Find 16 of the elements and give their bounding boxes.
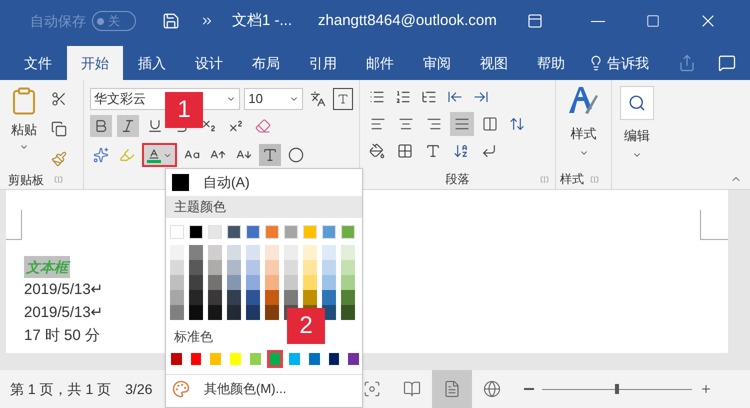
document-title: 文档1 -... xyxy=(232,10,292,31)
step-number-tooltip: 1 xyxy=(165,92,203,128)
document-text: 2019/5/13↵ xyxy=(24,303,104,323)
group-label: 样式 xyxy=(560,171,584,188)
document-text: 2019/5/13↵ xyxy=(24,280,104,300)
word-count: 3/26 xyxy=(125,380,152,398)
autosave-label: 自动保存 xyxy=(30,12,86,30)
document-text: 文本框 xyxy=(24,256,70,278)
step-number-tooltip: 2 xyxy=(287,308,325,344)
document-text: 17 时 50 分 xyxy=(24,326,100,346)
account-name: zhangtt8464@outlook.com xyxy=(318,10,497,31)
menu-header: 标准色 xyxy=(173,328,214,346)
group-label: 剪贴板 xyxy=(8,172,44,188)
menu-header: 主题颜色 xyxy=(166,196,362,218)
group-label: 段落 xyxy=(446,171,470,188)
page-count: 第 1 页，共 1 页 xyxy=(10,380,112,398)
